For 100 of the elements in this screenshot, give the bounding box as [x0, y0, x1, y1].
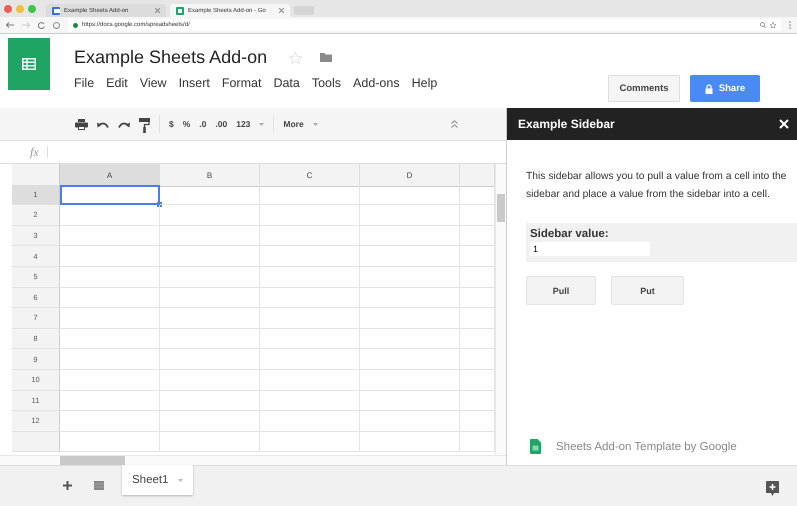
menu-item[interactable]: Edit: [106, 76, 128, 90]
grid-cell[interactable]: [360, 205, 460, 226]
grid-cell[interactable]: [260, 308, 360, 329]
grid-cell[interactable]: [160, 411, 260, 432]
grid-cell[interactable]: [360, 266, 460, 288]
app-logo[interactable]: [8, 38, 50, 90]
grid-cell[interactable]: [160, 266, 260, 288]
column-header[interactable]: A: [60, 164, 160, 187]
grid-cell[interactable]: [260, 411, 360, 432]
menu-item[interactable]: Data: [273, 76, 300, 90]
home-icon[interactable]: [53, 22, 60, 28]
action-button[interactable]: Pull: [526, 276, 596, 305]
format-button[interactable]: $: [169, 119, 174, 129]
format-button[interactable]: .0: [199, 119, 206, 129]
grid-cell[interactable]: [260, 266, 360, 288]
grid-cell[interactable]: [260, 226, 360, 246]
grid-cell[interactable]: [360, 246, 460, 267]
grid-cell[interactable]: [160, 226, 260, 246]
grid-cell[interactable]: [160, 246, 260, 267]
zoom-icon[interactable]: [760, 22, 766, 28]
grid-cell[interactable]: [60, 411, 160, 432]
grid-cell[interactable]: [60, 246, 160, 267]
grid-cell[interactable]: [360, 226, 460, 246]
grid-cell[interactable]: [60, 390, 160, 412]
add-sheet-icon[interactable]: [63, 481, 72, 490]
grid-cell[interactable]: [160, 370, 260, 391]
column-header[interactable]: [460, 164, 495, 187]
document-title[interactable]: Example Sheets Add-on: [74, 47, 268, 68]
paint-roller-icon[interactable]: [139, 118, 150, 133]
grid-cell[interactable]: [360, 411, 460, 432]
grid-cell[interactable]: [260, 370, 360, 391]
column-header[interactable]: C: [260, 164, 360, 187]
grid-cell[interactable]: [60, 308, 160, 329]
grid-cell[interactable]: [160, 205, 260, 226]
grid-cell[interactable]: [60, 226, 160, 246]
grid-cell[interactable]: [160, 328, 260, 350]
caret-icon[interactable]: [178, 478, 184, 482]
grid-cell[interactable]: [360, 184, 460, 206]
comments-button[interactable]: Comments: [608, 75, 680, 102]
menu-item[interactable]: Insert: [178, 76, 210, 90]
grid-cell[interactable]: [60, 432, 160, 452]
column-header[interactable]: D: [360, 164, 460, 187]
grid-cell[interactable]: [160, 349, 260, 370]
grid-cell[interactable]: [360, 308, 460, 329]
menu-item[interactable]: Add-ons: [353, 76, 400, 90]
grid-cell[interactable]: [60, 205, 160, 226]
grid-cell[interactable]: [60, 328, 160, 350]
star-icon[interactable]: [770, 22, 776, 28]
grid-cell[interactable]: [260, 205, 360, 226]
fill-handle[interactable]: [157, 202, 162, 208]
menu-item[interactable]: View: [140, 76, 167, 90]
select-all-corner[interactable]: [12, 164, 60, 187]
action-button[interactable]: Put: [611, 276, 684, 305]
grid-cell[interactable]: [360, 370, 460, 391]
grid-cell[interactable]: [60, 370, 160, 391]
grid-cell[interactable]: [360, 328, 460, 350]
caret-icon[interactable]: [312, 122, 318, 126]
grid-cell[interactable]: [260, 288, 360, 308]
grid-cell[interactable]: [260, 184, 360, 206]
number-format-dropdown[interactable]: 123: [236, 119, 250, 129]
grid-cell[interactable]: [160, 288, 260, 308]
sidebar-value-field[interactable]: 1: [530, 242, 650, 256]
grid-cell[interactable]: [360, 349, 460, 370]
menu-item[interactable]: Tools: [312, 76, 342, 90]
menu-item[interactable]: Format: [222, 76, 262, 90]
collapse-icon[interactable]: [451, 120, 458, 128]
print-icon[interactable]: [75, 118, 88, 130]
grid-cell[interactable]: [360, 390, 460, 412]
grid-cell[interactable]: [60, 266, 160, 288]
grid-cell[interactable]: [260, 390, 360, 412]
selected-cell[interactable]: [60, 184, 160, 206]
folder-icon[interactable]: [320, 53, 332, 62]
grid-cell[interactable]: [360, 288, 460, 308]
grid-cell[interactable]: [260, 328, 360, 350]
sheet-tab[interactable]: Sheet1: [122, 465, 194, 495]
redo-icon[interactable]: [118, 120, 130, 128]
back-icon[interactable]: [6, 22, 14, 28]
grid-cell[interactable]: [160, 308, 260, 329]
menu-item[interactable]: Help: [412, 76, 438, 90]
grid-cell[interactable]: [160, 432, 260, 452]
format-button[interactable]: .00: [215, 119, 228, 129]
grid-cell[interactable]: [260, 432, 360, 452]
grid-cell[interactable]: [260, 349, 360, 370]
column-header[interactable]: B: [160, 164, 260, 187]
more-dropdown[interactable]: More: [283, 119, 304, 129]
undo-icon[interactable]: [97, 120, 109, 128]
grid-cell[interactable]: [160, 184, 260, 206]
menu-item[interactable]: File: [74, 76, 94, 90]
caret-icon[interactable]: [259, 122, 264, 126]
scrollbar-thumb[interactable]: [60, 456, 125, 465]
grid-cell[interactable]: [60, 349, 160, 370]
grid-cell[interactable]: [160, 390, 260, 412]
grid-cell[interactable]: [60, 288, 160, 308]
grid-cell[interactable]: [360, 432, 460, 452]
format-button[interactable]: %: [182, 119, 190, 129]
forward-icon[interactable]: [22, 22, 30, 28]
scrollbar-thumb[interactable]: [497, 194, 505, 222]
reload-icon[interactable]: [38, 22, 45, 28]
sheet-list-icon[interactable]: [94, 481, 104, 490]
grid-cell[interactable]: [260, 246, 360, 267]
